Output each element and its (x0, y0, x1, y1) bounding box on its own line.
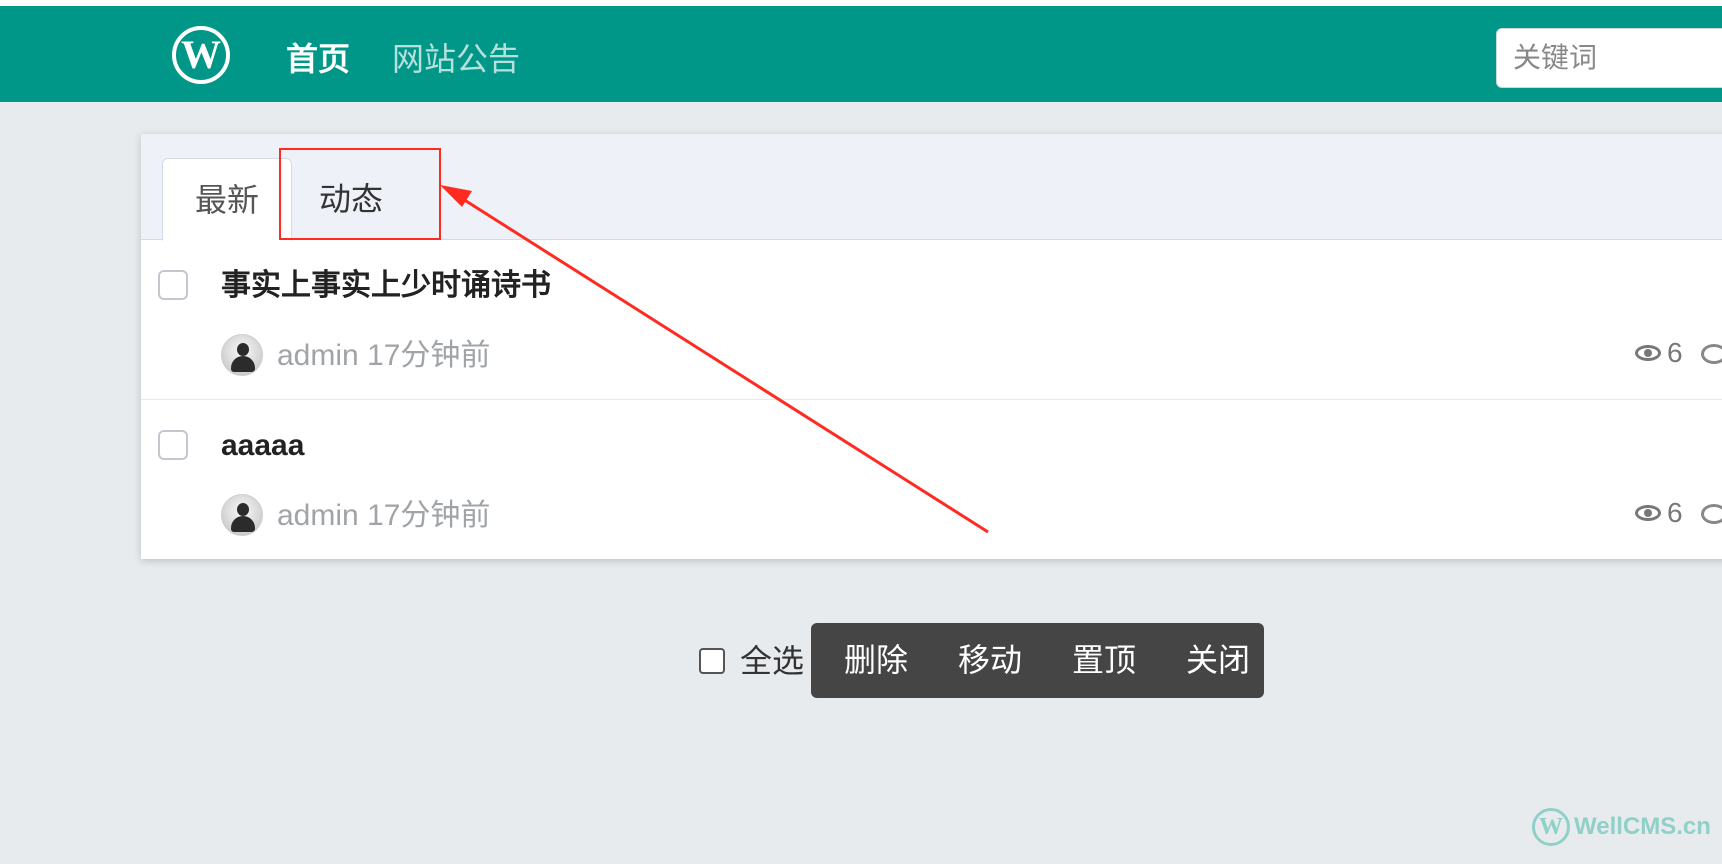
thread-checkbox[interactable] (158, 270, 188, 300)
watermark-text: WellCMS.cn (1574, 813, 1711, 840)
navbar: W 首页 网站公告 (0, 6, 1722, 102)
eye-icon (1635, 345, 1661, 361)
watermark-logo-icon: W (1532, 808, 1570, 846)
eye-icon (1635, 505, 1661, 521)
site-logo[interactable]: W (172, 26, 230, 84)
tab-dynamic[interactable]: 动态 (286, 158, 416, 240)
thread-author[interactable]: admin (277, 499, 359, 532)
thread-author[interactable]: admin (277, 339, 359, 372)
thread-row: aaaaa admin 17分钟前 6 (141, 400, 1722, 560)
thread-time: 17分钟前 (367, 339, 491, 372)
close-button[interactable]: 关闭 (1161, 623, 1275, 698)
site-logo-letter: W (181, 32, 221, 77)
nav-announcement-link[interactable]: 网站公告 (392, 38, 520, 80)
watermark: W WellCMS.cn (1532, 808, 1711, 846)
thread-list-card: 最新 动态 事实上事实上少时诵诗书 admin 17分钟前 6 aaaaa ad… (141, 134, 1722, 559)
user-avatar-icon[interactable] (221, 494, 263, 536)
thread-time: 17分钟前 (367, 499, 491, 532)
thread-checkbox[interactable] (158, 430, 188, 460)
select-all-control[interactable]: 全选 (699, 641, 804, 681)
thread-meta: admin 17分钟前 (277, 336, 490, 376)
view-count: 6 (1635, 493, 1683, 533)
thread-meta: admin 17分钟前 (277, 496, 490, 536)
move-button[interactable]: 移动 (933, 623, 1047, 698)
delete-button[interactable]: 删除 (819, 623, 933, 698)
tab-bar: 最新 动态 (141, 134, 1722, 241)
pin-top-button[interactable]: 置顶 (1047, 623, 1161, 698)
select-all-checkbox[interactable] (699, 648, 725, 674)
comment-icon (1701, 344, 1722, 364)
user-avatar-icon[interactable] (221, 334, 263, 376)
thread-title[interactable]: 事实上事实上少时诵诗书 (221, 266, 551, 306)
thread-title[interactable]: aaaaa (221, 426, 304, 466)
search-input[interactable] (1496, 28, 1722, 88)
nav-home-link[interactable]: 首页 (286, 38, 350, 80)
comment-icon (1701, 504, 1722, 524)
select-all-label: 全选 (740, 643, 805, 679)
bulk-action-bar: 删除 移动 置顶 关闭 (811, 623, 1264, 698)
view-count-value: 6 (1667, 497, 1683, 528)
view-count: 6 (1635, 333, 1683, 373)
tab-latest[interactable]: 最新 (162, 158, 292, 241)
view-count-value: 6 (1667, 337, 1683, 368)
thread-row: 事实上事实上少时诵诗书 admin 17分钟前 6 (141, 240, 1722, 400)
